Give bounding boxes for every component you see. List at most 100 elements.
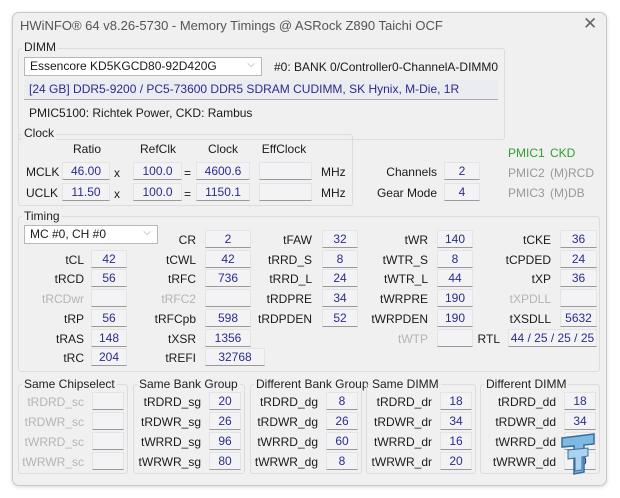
- mclk-effclock: [259, 162, 312, 180]
- trrd-l-label: tRRD_L: [269, 272, 312, 287]
- window-title: HWiNFO® 64 v8.26-5730 - Memory Timings @…: [20, 18, 443, 33]
- trdwr-sg-label: tRDWR_sg: [140, 415, 201, 429]
- tfaw-label: tFAW: [283, 233, 312, 247]
- twtr-l-value: 44: [437, 269, 473, 288]
- dimm-module-value: Essencore KD5KGCD80-92D420G: [30, 59, 217, 73]
- twrwr-sg-value: 80: [209, 452, 241, 470]
- trdrd-dd-label: tRDRD_dd: [497, 395, 556, 409]
- timing-group-label: Timing: [22, 209, 62, 223]
- twtr-l-label: tWTR_L: [383, 272, 428, 287]
- trfc-label: tRFC: [168, 272, 196, 287]
- times-sign: x: [114, 166, 120, 180]
- tras-value: 148: [91, 328, 127, 347]
- different-bank-group-group-label: Different Bank Group: [254, 377, 371, 391]
- close-icon[interactable]: ✕: [583, 14, 597, 34]
- trdpre-label: tRDPRE: [266, 292, 312, 307]
- twtr-s-value: 8: [437, 249, 473, 268]
- gear-mode-label: Gear Mode: [376, 186, 437, 200]
- trrd-s-value: 8: [322, 249, 358, 268]
- trp-value: 56: [91, 308, 127, 327]
- twrwr-sc-label: tWRWR_sc: [22, 455, 84, 469]
- twrwr-dg-label: tWRWR_dg: [254, 455, 318, 469]
- tfaw-value: 32: [322, 230, 358, 248]
- twrrd-dr-label: tWRRD_dr: [373, 435, 432, 449]
- mclk-label: MCLK: [26, 165, 60, 179]
- channels-value: 2: [444, 162, 480, 180]
- txsdll-label: tXSDLL: [509, 311, 551, 326]
- trdrd-sg-value: 20: [209, 392, 241, 410]
- dimm-slot: #0: BANK 0/Controller0-ChannelA-DIMM0: [274, 60, 499, 74]
- trdrd-dg-value: 8: [326, 392, 358, 410]
- tcpded-value: 24: [560, 249, 597, 268]
- twtr-s-label: tWTR_S: [382, 252, 428, 267]
- clock-header-refclk: RefClk: [139, 142, 176, 156]
- unit-mhz: MHz: [321, 165, 346, 179]
- twrrd-sc-value: [92, 432, 124, 450]
- uclk-effclock: [259, 183, 312, 201]
- twrrd-dr-value: 16: [440, 432, 472, 450]
- trfcpb-label: tRFCpb: [154, 311, 196, 326]
- uclk-label: UCLK: [26, 186, 59, 200]
- trcd-value: 56: [91, 269, 127, 288]
- trdwr-dg-value: 26: [326, 412, 358, 430]
- dimm-info: [24 GB] DDR5-9200 / PC5-73600 DDR5 SDRAM…: [24, 80, 498, 100]
- dimm-module-select[interactable]: Essencore KD5KGCD80-92D420G ⌵: [24, 57, 262, 76]
- twrrd-sc-label: tWRRD_sc: [24, 435, 84, 449]
- pmic-device-2: (M)RCD: [550, 166, 594, 180]
- twtp-label: tWTP: [398, 331, 428, 346]
- trdwr-sc-value: [92, 412, 124, 430]
- equals-sign: =: [184, 187, 192, 201]
- tcke-label: tCKE: [522, 233, 551, 247]
- tras-label: tRAS: [55, 331, 84, 346]
- clock-header-effclock: EffClock: [261, 142, 307, 156]
- twrwr-dd-label: tWRWR_dd: [492, 455, 556, 469]
- tcl-value: 42: [91, 249, 127, 268]
- twrwr-dg-value: 8: [326, 452, 358, 470]
- mclk-refclk: 100.0: [133, 162, 182, 180]
- twrrd-sg-value: 96: [209, 432, 241, 450]
- same-chipselect-group-label: Same Chipselect: [22, 377, 117, 391]
- same-dimm-group-label: Same DIMM: [370, 377, 441, 391]
- trdwr-sg-value: 26: [209, 412, 241, 430]
- trdrd-dr-value: 18: [440, 392, 472, 410]
- clock-header-ratio: Ratio: [72, 142, 101, 156]
- txsr-value: 1356: [205, 328, 251, 347]
- dimm-pmic: PMIC5100: Richtek Power, CKD: Rambus: [29, 106, 253, 120]
- trdwr-sc-label: tRDWR_sc: [24, 415, 84, 429]
- txp-label: tXP: [531, 272, 551, 287]
- different-dimm-group-label: Different DIMM: [484, 377, 569, 391]
- twrwr-dr-label: tWRWR_dr: [371, 455, 432, 469]
- twrpre-label: tWRPRE: [380, 292, 428, 307]
- trdpden-label: tRDPDEN: [257, 311, 312, 326]
- txpdll-label: tXPDLL: [509, 292, 551, 307]
- trc-label: tRC: [63, 351, 84, 366]
- trrd-s-label: tRRD_S: [267, 252, 312, 267]
- trdpre-value: 34: [322, 289, 358, 308]
- trdwr-dd-value: 34: [564, 412, 596, 430]
- pmic-status-3: PMIC3: [508, 186, 545, 200]
- twr-value: 140: [437, 230, 473, 248]
- txsdll-value: 5632: [560, 308, 597, 327]
- trfc2-label: tRFC2: [161, 292, 196, 307]
- txsr-label: tXSR: [167, 331, 196, 346]
- twrpden-label: tWRPDEN: [371, 311, 428, 326]
- trp-label: tRP: [63, 311, 84, 326]
- twrpre-value: 190: [437, 289, 473, 308]
- trdwr-dr-label: tRDWR_dr: [373, 415, 432, 429]
- trdrd-sg-label: tRDRD_sg: [143, 395, 201, 409]
- txpdll-value: [560, 289, 597, 308]
- dimm-group-label: DIMM: [22, 40, 58, 54]
- trdpden-value: 52: [322, 308, 358, 327]
- trdrd-dd-value: 18: [564, 392, 596, 410]
- trdrd-dr-label: tRDRD_dr: [376, 395, 432, 409]
- twtp-value: [437, 328, 473, 347]
- pmic-device-3: (M)DB: [550, 186, 585, 200]
- trdrd-dg-label: tRDRD_dg: [259, 395, 318, 409]
- tcke-value: 36: [560, 230, 597, 248]
- uclk-ratio: 11.50: [62, 183, 110, 201]
- tcwl-label: tCWL: [166, 252, 196, 267]
- trdrd-sc-label: tRDRD_sc: [27, 395, 84, 409]
- mclk-clock: 4600.6: [196, 162, 250, 180]
- unit-mhz: MHz: [321, 186, 346, 200]
- rtl-value: 44 / 25 / 25 / 25: [508, 328, 597, 347]
